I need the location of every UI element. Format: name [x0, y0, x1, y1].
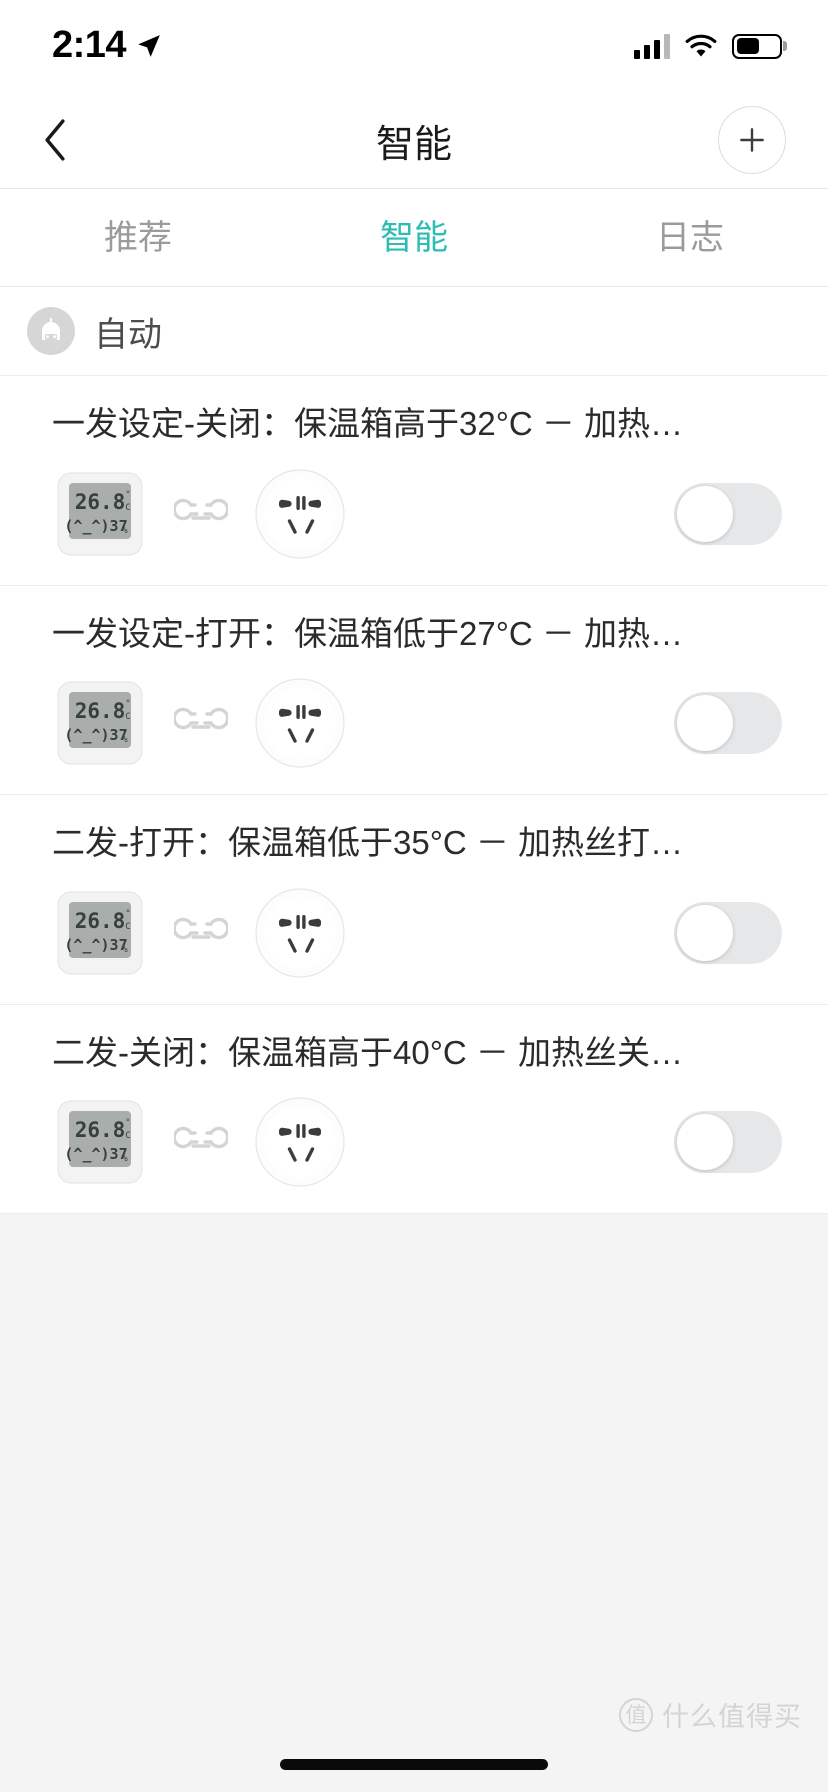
automation-toggle[interactable]: [674, 692, 782, 755]
link-chain-icon: [148, 1125, 254, 1159]
wifi-icon: [684, 33, 718, 59]
status-bar: 2:14: [0, 0, 828, 92]
automation-devices: 26.8 ° C (^_^)37 %: [0, 656, 828, 772]
automation-toggle[interactable]: [674, 1111, 782, 1174]
home-indicator[interactable]: [280, 1759, 548, 1770]
battery-icon: [732, 33, 782, 59]
power-socket-icon: [254, 468, 346, 560]
section-title: 自动: [94, 315, 162, 354]
tab-bar: 推荐 智能 日志: [0, 189, 828, 287]
automation-row[interactable]: 二发-打开：保温箱低于35°C － 加热丝打… 26.8 ° C (^_^)37…: [0, 794, 828, 1004]
svg-text:C: C: [125, 503, 130, 513]
status-time: 2:14: [52, 23, 127, 66]
svg-text:C: C: [125, 1131, 130, 1141]
watermark-text: 什么值得买: [662, 1702, 802, 1732]
svg-text:26.8: 26.8: [75, 490, 126, 514]
svg-text:(^_^)37: (^_^)37: [64, 936, 127, 954]
automation-row[interactable]: 二发-关闭：保温箱高于40°C － 加热丝关… 26.8 ° C (^_^)37…: [0, 1003, 828, 1214]
automation-row[interactable]: 一发设定-打开：保温箱低于27°C － 加热… 26.8 ° C (^_^)37…: [0, 584, 828, 795]
automation-toggle[interactable]: [674, 901, 782, 964]
power-socket-icon: [254, 1096, 346, 1188]
chevron-left-icon: [42, 118, 68, 162]
section-header-automatic: 自动: [0, 287, 828, 375]
automation-devices: 26.8 ° C (^_^)37 %: [0, 866, 828, 982]
automation-title: 二发-关闭：保温箱高于40°C － 加热丝关…: [52, 1033, 684, 1071]
svg-text:26.8: 26.8: [75, 699, 126, 723]
svg-text:°: °: [125, 490, 130, 500]
svg-text:26.8: 26.8: [75, 1118, 126, 1142]
link-chain-icon: [148, 497, 254, 531]
thermometer-hygrometer-icon: 26.8 ° C (^_^)37 %: [52, 678, 148, 768]
add-automation-button[interactable]: [718, 106, 786, 174]
automation-toggle[interactable]: [674, 482, 782, 545]
svg-text:%: %: [122, 945, 128, 955]
link-chain-icon: [148, 916, 254, 950]
svg-text:(^_^)37: (^_^)37: [64, 726, 127, 744]
power-socket-icon: [254, 677, 346, 769]
thermometer-hygrometer-icon: 26.8 ° C (^_^)37 %: [52, 469, 148, 559]
location-arrow-icon: [136, 33, 162, 59]
automation-title: 一发设定-关闭：保温箱高于32°C － 加热…: [52, 405, 684, 442]
tab-log[interactable]: 日志: [552, 189, 828, 287]
svg-text:26.8: 26.8: [75, 909, 126, 933]
automation-row[interactable]: 一发设定-关闭：保温箱高于32°C － 加热… 26.8 ° C (^_^)37…: [0, 375, 828, 585]
watermark-badge: 值: [619, 1697, 653, 1732]
watermark: 值 什么值得买: [619, 1695, 802, 1734]
svg-text:C: C: [125, 922, 130, 932]
automation-title: 一发设定-打开：保温箱低于27°C － 加热…: [52, 614, 684, 652]
page-title: 智能: [375, 123, 452, 166]
status-bar-right: [634, 33, 782, 59]
svg-text:(^_^)37: (^_^)37: [64, 517, 127, 535]
back-button[interactable]: [0, 92, 110, 189]
automation-list: 一发设定-关闭：保温箱高于32°C － 加热… 26.8 ° C (^_^)37…: [0, 375, 828, 1215]
list-end-divider: [0, 1213, 828, 1215]
svg-text:°: °: [125, 909, 130, 919]
status-bar-left: 2:14: [52, 26, 162, 67]
automation-robot-icon: [26, 306, 76, 356]
power-socket-icon: [254, 887, 346, 979]
thermometer-hygrometer-icon: 26.8 ° C (^_^)37 %: [52, 888, 148, 978]
svg-text:C: C: [125, 712, 130, 722]
nav-bar: 智能: [0, 92, 828, 189]
svg-text:%: %: [122, 526, 128, 536]
smart-automation-screen: 2:14 智能 推荐 智能 日志 自动 一发设定-关闭：保温箱高于32°C － …: [0, 0, 828, 1792]
thermometer-hygrometer-icon: 26.8 ° C (^_^)37 %: [52, 1097, 148, 1187]
svg-text:(^_^)37: (^_^)37: [64, 1145, 127, 1163]
automation-devices: 26.8 ° C (^_^)37 %: [0, 447, 828, 563]
tab-smart[interactable]: 智能: [276, 189, 552, 287]
svg-text:%: %: [122, 1154, 128, 1164]
cellular-signal-icon: [634, 33, 670, 59]
plus-icon: [736, 124, 768, 156]
automation-devices: 26.8 ° C (^_^)37 %: [0, 1075, 828, 1191]
svg-text:%: %: [122, 735, 128, 745]
automation-list-container: 自动 一发设定-关闭：保温箱高于32°C － 加热… 26.8 ° C (^_^…: [0, 287, 828, 1792]
svg-text:°: °: [125, 699, 130, 709]
automation-title: 二发-打开：保温箱低于35°C － 加热丝打…: [52, 824, 684, 862]
tab-recommend[interactable]: 推荐: [0, 189, 276, 287]
link-chain-icon: [148, 706, 254, 740]
svg-text:°: °: [125, 1118, 130, 1128]
